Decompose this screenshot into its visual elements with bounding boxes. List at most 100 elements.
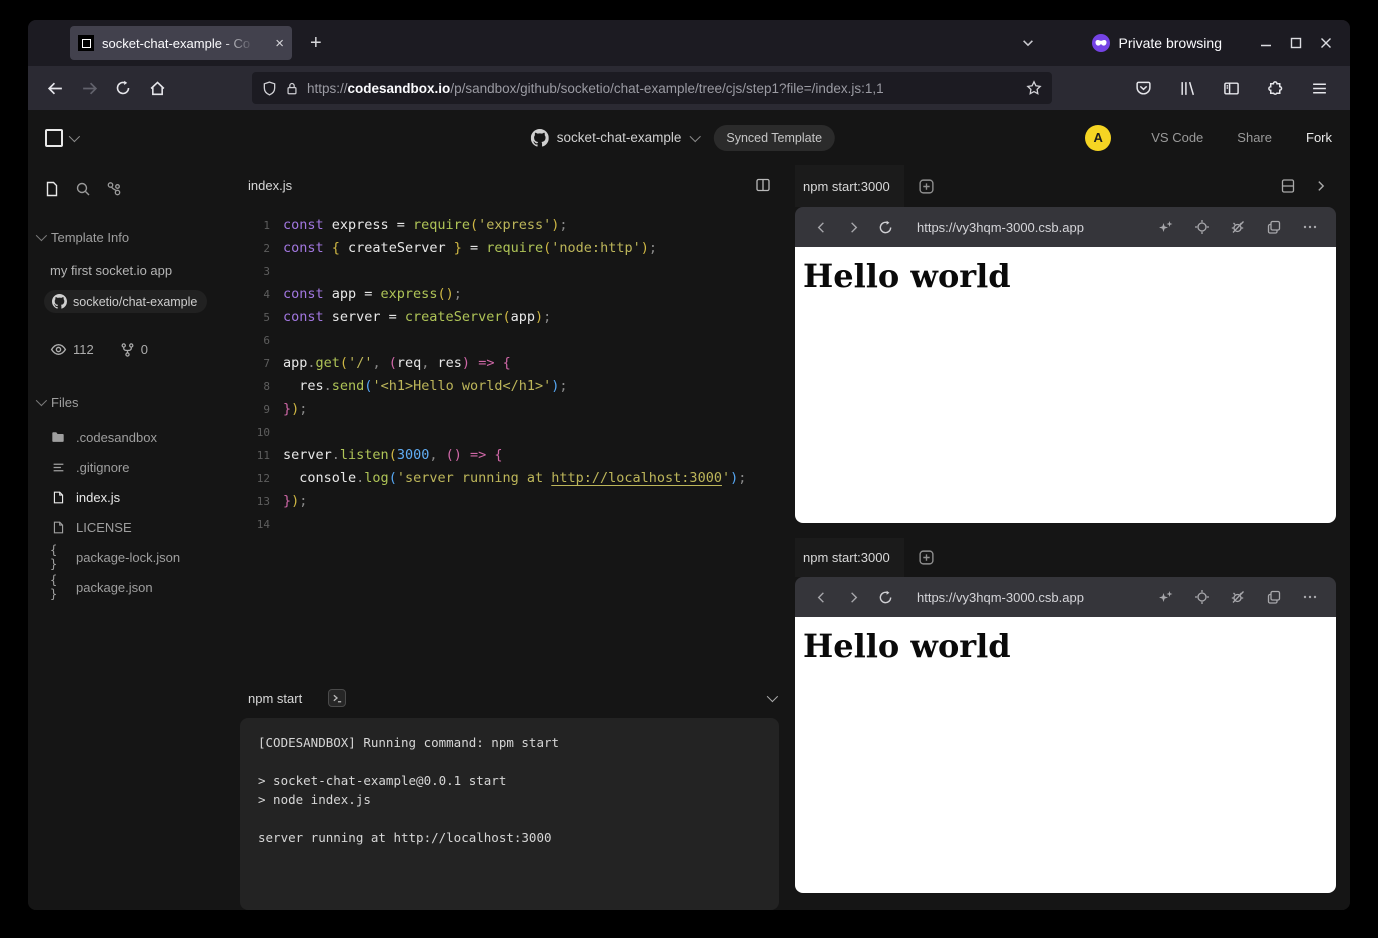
back-button[interactable]	[40, 73, 70, 103]
sidebar-toggle-icon[interactable]	[1216, 73, 1246, 103]
shield-icon[interactable]	[262, 81, 277, 96]
bookmark-star-icon[interactable]	[1026, 80, 1042, 96]
code-line-4[interactable]: 4const app = express();	[240, 283, 795, 306]
chevron-right-icon[interactable]	[1314, 179, 1328, 193]
code-line-10[interactable]: 10	[240, 421, 795, 444]
collapse-chevron-icon	[36, 233, 44, 241]
file-item-package-lock.json[interactable]: { }package-lock.json	[28, 542, 240, 572]
code-editor[interactable]: 1const express = require('express');2con…	[240, 205, 795, 678]
preview-reload-icon[interactable]	[873, 220, 897, 235]
new-tab-button[interactable]: +	[310, 32, 322, 55]
template-info-section-header[interactable]: Template Info	[28, 227, 240, 247]
share-button[interactable]: Share	[1237, 130, 1272, 145]
split-editor-icon[interactable]	[755, 177, 771, 193]
preview-content-1[interactable]: Hello world	[795, 247, 1336, 523]
code-line-8[interactable]: 8 res.send('<h1>Hello world</h1>');	[240, 375, 795, 398]
preview-forward-icon[interactable]	[841, 220, 865, 235]
code-line-14[interactable]: 14	[240, 513, 795, 536]
more-options-icon[interactable]	[1298, 589, 1322, 605]
codesandbox-menu[interactable]	[45, 129, 77, 147]
vscode-button[interactable]: VS Code	[1151, 130, 1203, 145]
browser-tab[interactable]: socket-chat-example - Co ×	[70, 26, 292, 60]
reload-button[interactable]	[108, 73, 138, 103]
terminal-tab-npm-start[interactable]: npm start	[248, 691, 302, 706]
preview-tab-1[interactable]: npm start:3000	[795, 165, 904, 207]
code-line-1[interactable]: 1const express = require('express');	[240, 214, 795, 237]
code-line-6[interactable]: 6	[240, 329, 795, 352]
code-line-11[interactable]: 11server.listen(3000, () => {	[240, 444, 795, 467]
library-icon[interactable]	[1172, 73, 1202, 103]
code-line-5[interactable]: 5const server = createServer(app);	[240, 306, 795, 329]
split-panel-icon[interactable]	[1280, 178, 1296, 194]
devtools-icon[interactable]	[106, 181, 122, 197]
list-tabs-chevron-icon[interactable]	[1021, 36, 1035, 50]
preview-content-2[interactable]: Hello world	[795, 617, 1336, 893]
sparkles-icon[interactable]	[1154, 219, 1178, 235]
repo-name-label: socketio/chat-example	[73, 295, 197, 309]
home-button[interactable]	[142, 73, 172, 103]
code-line-12[interactable]: 12 console.log('server running at http:/…	[240, 467, 795, 490]
search-icon[interactable]	[75, 181, 91, 197]
tab-close-icon[interactable]: ×	[275, 35, 284, 52]
explorer-tab-icon[interactable]	[44, 180, 60, 198]
private-mask-icon	[1091, 33, 1111, 53]
avatar[interactable]: A	[1085, 125, 1111, 151]
extensions-icon[interactable]	[1260, 73, 1290, 103]
project-chevron-icon[interactable]	[689, 134, 697, 142]
repo-link[interactable]: socketio/chat-example	[44, 290, 207, 313]
preview-url-1[interactable]: https://vy3hqm-3000.csb.app	[917, 220, 1084, 235]
file-name: package.json	[76, 580, 153, 595]
maximize-button[interactable]	[1288, 35, 1304, 51]
add-preview-icon[interactable]	[918, 178, 935, 195]
collapse-terminal-chevron-icon[interactable]	[767, 694, 775, 702]
menu-icon[interactable]	[1304, 73, 1334, 103]
file-item-.codesandbox[interactable]: .codesandbox	[28, 422, 240, 452]
target-icon[interactable]	[1190, 219, 1214, 235]
code-text: console.log('server running at http://lo…	[270, 467, 746, 490]
preview-back-icon[interactable]	[809, 220, 833, 235]
more-options-icon[interactable]	[1298, 219, 1322, 235]
debug-icon[interactable]	[1226, 219, 1250, 235]
code-line-13[interactable]: 13});	[240, 490, 795, 513]
add-preview-icon[interactable]	[918, 549, 935, 566]
lock-icon[interactable]	[285, 81, 299, 96]
file-item-index.js[interactable]: index.js	[28, 482, 240, 512]
preview-back-icon[interactable]	[809, 590, 833, 605]
editor-tab-index-js[interactable]: index.js	[248, 178, 292, 193]
terminal-line: > node index.js	[258, 790, 761, 809]
sparkles-icon[interactable]	[1154, 589, 1178, 605]
file-item-.gitignore[interactable]: .gitignore	[28, 452, 240, 482]
terminal-icon[interactable]	[328, 689, 346, 707]
file-item-package.json[interactable]: { }package.json	[28, 572, 240, 602]
private-browsing-label: Private browsing	[1119, 35, 1223, 51]
code-line-7[interactable]: 7app.get('/', (req, res) => {	[240, 352, 795, 375]
code-line-9[interactable]: 9});	[240, 398, 795, 421]
duplicate-icon[interactable]	[1262, 219, 1286, 235]
preview-url-2[interactable]: https://vy3hqm-3000.csb.app	[917, 590, 1084, 605]
code-text: app.get('/', (req, res) => {	[270, 352, 511, 375]
project-name[interactable]: socket-chat-example	[557, 130, 682, 145]
preview-tab-2[interactable]: npm start:3000	[795, 538, 904, 577]
code-text	[270, 421, 283, 444]
debug-icon[interactable]	[1226, 589, 1250, 605]
url-bar[interactable]: https://codesandbox.io/p/sandbox/github/…	[252, 72, 1052, 104]
pocket-icon[interactable]	[1128, 73, 1158, 103]
preview-column: npm start:3000 https://vy3hqm-3000.csb.a…	[795, 165, 1350, 910]
code-line-2[interactable]: 2const { createServer } = require('node:…	[240, 237, 795, 260]
target-icon[interactable]	[1190, 589, 1214, 605]
preview-reload-icon[interactable]	[873, 590, 897, 605]
code-text: const server = createServer(app);	[270, 306, 551, 329]
close-window-button[interactable]	[1318, 35, 1334, 51]
code-line-3[interactable]: 3	[240, 260, 795, 283]
hello-world-heading: Hello world	[803, 257, 1328, 295]
file-item-LICENSE[interactable]: LICENSE	[28, 512, 240, 542]
line-number: 9	[240, 398, 270, 421]
minimize-button[interactable]	[1258, 35, 1274, 51]
forward-button[interactable]	[74, 73, 104, 103]
files-section-header[interactable]: Files	[28, 392, 240, 412]
preview-forward-icon[interactable]	[841, 590, 865, 605]
terminal-output[interactable]: [CODESANDBOX] Running command: npm start…	[240, 718, 779, 910]
file-name: LICENSE	[76, 520, 132, 535]
fork-button[interactable]: Fork	[1306, 130, 1332, 145]
duplicate-icon[interactable]	[1262, 589, 1286, 605]
